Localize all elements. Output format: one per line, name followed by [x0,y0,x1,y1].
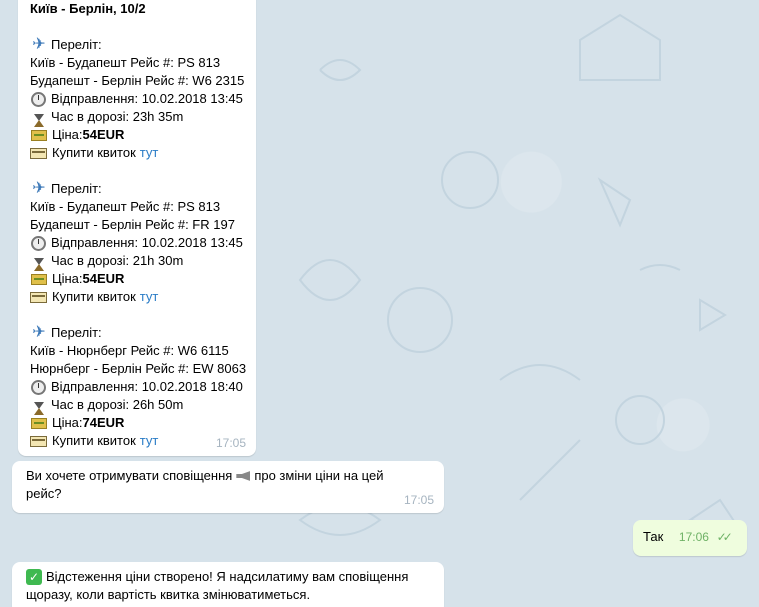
flight-header: ✈ Переліт: [30,180,244,198]
flight-header: ✈ Переліт: [30,324,244,342]
hourglass-icon [34,113,44,127]
flight-duration: Час в дорозі: 23h 35m [30,108,244,127]
clock-icon [31,235,46,251]
confirmation-message: ✓ Відстеження ціни створено! Я надсилати… [12,562,444,607]
ticket-icon [30,291,47,303]
airplane-icon: ✈ [32,36,46,53]
clock-icon [31,91,46,107]
notify-question-message: Ви хочете отримувати сповіщення про змін… [12,461,444,513]
flight-leg: Київ - Будапешт Рейс #: PS 813 [30,199,221,214]
flight-buy: Купити квиток тут [30,432,244,450]
flight-departure: Відправлення: 10.02.2018 13:45 [30,90,244,108]
message-time: 17:05 [215,436,246,450]
flights-message: Київ - Берлін, 10/2 ✈ Переліт: Київ - Бу… [18,0,256,456]
flight-leg: Київ - Будапешт Рейс #: PS 813 [30,55,221,70]
flight-departure: Відправлення: 10.02.2018 18:40 [30,378,244,396]
flight-buy: Купити квиток тут [30,288,244,306]
flight-header: ✈ Переліт: [30,36,244,54]
flight-buy: Купити квиток тут [30,144,244,162]
flight-duration: Час в дорозі: 21h 30m [30,252,244,271]
flight-leg: Київ - Нюрнберг Рейс #: W6 6115 [30,343,229,358]
buy-ticket-link[interactable]: тут [140,288,159,306]
buy-ticket-link[interactable]: тут [140,432,159,450]
airplane-icon: ✈ [32,180,46,197]
money-icon [31,273,47,285]
flight-price: Ціна: 74EUR [30,414,244,432]
buy-ticket-link[interactable]: тут [140,144,159,162]
flight-duration: Час в дорозі: 26h 50m [30,396,244,415]
reply-text: Так [643,529,664,544]
flight-price: Ціна: 54EUR [30,126,244,144]
clock-icon [31,379,46,395]
flight-leg: Нюрнберг - Берлін Рейс #: EW 8063 [30,361,247,376]
message-time: 17:06 [678,530,709,544]
flight-departure: Відправлення: 10.02.2018 13:45 [30,234,244,252]
speaker-icon [236,471,251,481]
airplane-icon: ✈ [32,324,46,341]
ticket-icon [30,435,47,447]
flight-price: Ціна: 54EUR [30,270,244,288]
message-time: 17:05 [403,493,434,507]
route-title: Київ - Берлін, 10/2 [30,1,146,16]
hourglass-icon [34,257,44,271]
reply-message: Так 17:06 ✓✓ [633,520,747,556]
flight-leg: Будапешт - Берлін Рейс #: FR 197 [30,217,235,232]
flight-leg: Будапешт - Берлін Рейс #: W6 2315 [30,73,245,88]
checkmark-icon: ✓ [26,569,42,585]
ticket-icon [30,147,47,159]
double-check-icon: ✓✓ [716,530,733,544]
money-icon [31,129,47,141]
hourglass-icon [34,401,44,415]
money-icon [31,417,47,429]
